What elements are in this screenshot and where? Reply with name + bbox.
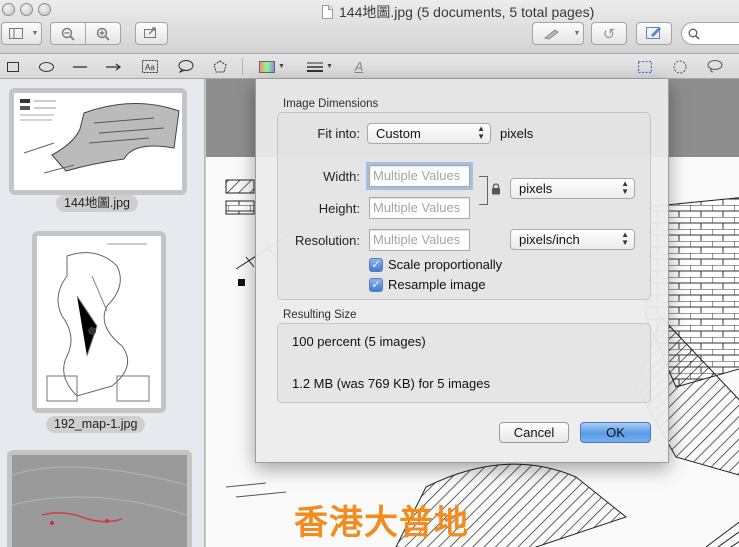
window-titlebar: 144地圖.jpg (5 documents, 5 total pages) ▼… bbox=[0, 0, 739, 54]
up-down-arrows-icon: ▲ ▼ bbox=[621, 179, 629, 196]
elliptical-selection-icon[interactable] bbox=[672, 58, 688, 75]
speech-bubble-tool-icon[interactable] bbox=[178, 58, 194, 75]
thumbnail-sidebar: 144地圖.jpg 192_map-1.jpg bbox=[0, 79, 205, 547]
close-window-button[interactable] bbox=[2, 3, 15, 16]
thumbnail-3[interactable] bbox=[7, 450, 192, 547]
thumbnail-2[interactable] bbox=[32, 231, 166, 413]
resample-image-label: Resample image bbox=[388, 277, 486, 292]
resulting-size-heading: Resulting Size bbox=[283, 309, 357, 321]
up-down-arrows-icon: ▲ ▼ bbox=[621, 230, 629, 247]
size-unit-value: pixels bbox=[519, 181, 553, 196]
minimize-window-button[interactable] bbox=[20, 3, 33, 16]
proportion-bracket bbox=[479, 176, 488, 205]
thumbnail-image bbox=[37, 236, 161, 408]
line-style-button[interactable]: ▼ bbox=[304, 58, 336, 75]
text-box-tool-icon[interactable]: Aa bbox=[142, 58, 158, 75]
chevron-down-icon: ▼ bbox=[31, 30, 39, 37]
width-label: Width: bbox=[323, 169, 360, 184]
line-tool-icon[interactable] bbox=[72, 58, 88, 75]
toolbar-divider bbox=[242, 58, 243, 75]
up-down-arrows-icon: ▲ ▼ bbox=[477, 124, 485, 141]
search-icon bbox=[688, 26, 700, 41]
resolution-unit-popup[interactable]: pixels/inch ▲ ▼ bbox=[510, 229, 635, 250]
width-field[interactable]: Multiple Values bbox=[366, 162, 473, 190]
resolution-field[interactable]: Multiple Values bbox=[369, 229, 470, 251]
lasso-selection-icon[interactable] bbox=[707, 58, 723, 75]
chevron-down-icon: ▼ bbox=[573, 30, 581, 37]
search-input[interactable] bbox=[681, 22, 739, 45]
annotation-toolbar: Aa ▼ ▼ A bbox=[0, 54, 739, 79]
text-style-icon[interactable]: A bbox=[352, 58, 366, 75]
share-button[interactable] bbox=[135, 22, 168, 45]
height-field[interactable]: Multiple Values bbox=[369, 197, 470, 219]
result-size-text: 1.2 MB (was 769 KB) for 5 images bbox=[292, 376, 490, 391]
scale-proportionally-label: Scale proportionally bbox=[388, 257, 503, 272]
resolution-unit-value: pixels/inch bbox=[519, 232, 580, 247]
thumbnail-image bbox=[12, 455, 187, 547]
thumbnail-label: 192_map-1.jpg bbox=[46, 416, 146, 433]
rectangular-selection-icon[interactable] bbox=[637, 58, 653, 75]
thumbnail-image bbox=[14, 93, 182, 190]
color-picker-button[interactable]: ▼ bbox=[256, 58, 288, 75]
oval-tool-icon[interactable] bbox=[38, 58, 54, 75]
rotate-icon: ↺ bbox=[602, 25, 616, 43]
shape-tool-icon[interactable] bbox=[212, 58, 228, 75]
rectangle-tool-icon[interactable] bbox=[6, 58, 20, 75]
chevron-down-icon: ▼ bbox=[326, 63, 333, 70]
resample-image-checkbox[interactable]: ✓ Resample image bbox=[369, 277, 486, 292]
highlight-button[interactable]: ▼ bbox=[532, 22, 584, 45]
ok-button[interactable]: OK bbox=[580, 422, 651, 443]
annotate-button[interactable] bbox=[636, 22, 672, 45]
image-dimensions-heading: Image Dimensions bbox=[283, 98, 379, 110]
checkmark-icon: ✓ bbox=[369, 277, 383, 292]
fit-into-label: Fit into: bbox=[317, 126, 360, 141]
zoom-in-icon[interactable] bbox=[86, 23, 121, 44]
view-menu-button[interactable]: ▼ bbox=[1, 22, 42, 45]
zoom-control bbox=[50, 22, 121, 45]
size-unit-popup[interactable]: pixels ▲ ▼ bbox=[510, 178, 635, 199]
svg-text:Aa: Aa bbox=[145, 63, 155, 72]
height-label: Height: bbox=[318, 201, 360, 216]
watermark-text: 香港大普地 bbox=[294, 503, 469, 543]
zoom-out-icon[interactable] bbox=[51, 23, 86, 44]
fit-into-unit: pixels bbox=[500, 126, 534, 141]
checkmark-icon: ✓ bbox=[369, 257, 383, 272]
sidebar-icon bbox=[2, 23, 29, 44]
zoom-window-button[interactable] bbox=[38, 3, 51, 16]
chevron-down-icon: ▼ bbox=[278, 63, 285, 70]
highlighter-icon bbox=[533, 23, 571, 44]
thumbnail-1[interactable] bbox=[9, 88, 187, 195]
cancel-button[interactable]: Cancel bbox=[499, 422, 569, 443]
window-title: 144地圖.jpg (5 documents, 5 total pages) bbox=[322, 2, 594, 22]
thumbnail-label: 144地圖.jpg bbox=[56, 195, 139, 212]
rotate-button[interactable]: ↺ bbox=[591, 22, 627, 45]
scale-proportionally-checkbox[interactable]: ✓ Scale proportionally bbox=[369, 257, 502, 272]
document-icon bbox=[322, 5, 333, 19]
pencil-icon bbox=[646, 26, 662, 42]
fit-into-popup[interactable]: Custom ▲ ▼ bbox=[367, 123, 491, 144]
image-size-dialog: Image Dimensions Fit into: Custom ▲ ▼ pix… bbox=[255, 79, 669, 463]
resolution-label: Resolution: bbox=[294, 233, 360, 248]
share-icon bbox=[144, 26, 159, 41]
window-title-text: 144地圖.jpg (5 documents, 5 total pages) bbox=[339, 4, 595, 20]
fit-into-value: Custom bbox=[376, 126, 421, 141]
arrow-tool-icon[interactable] bbox=[106, 58, 122, 75]
result-percent-text: 100 percent (5 images) bbox=[292, 334, 426, 349]
lock-icon[interactable] bbox=[491, 183, 501, 198]
